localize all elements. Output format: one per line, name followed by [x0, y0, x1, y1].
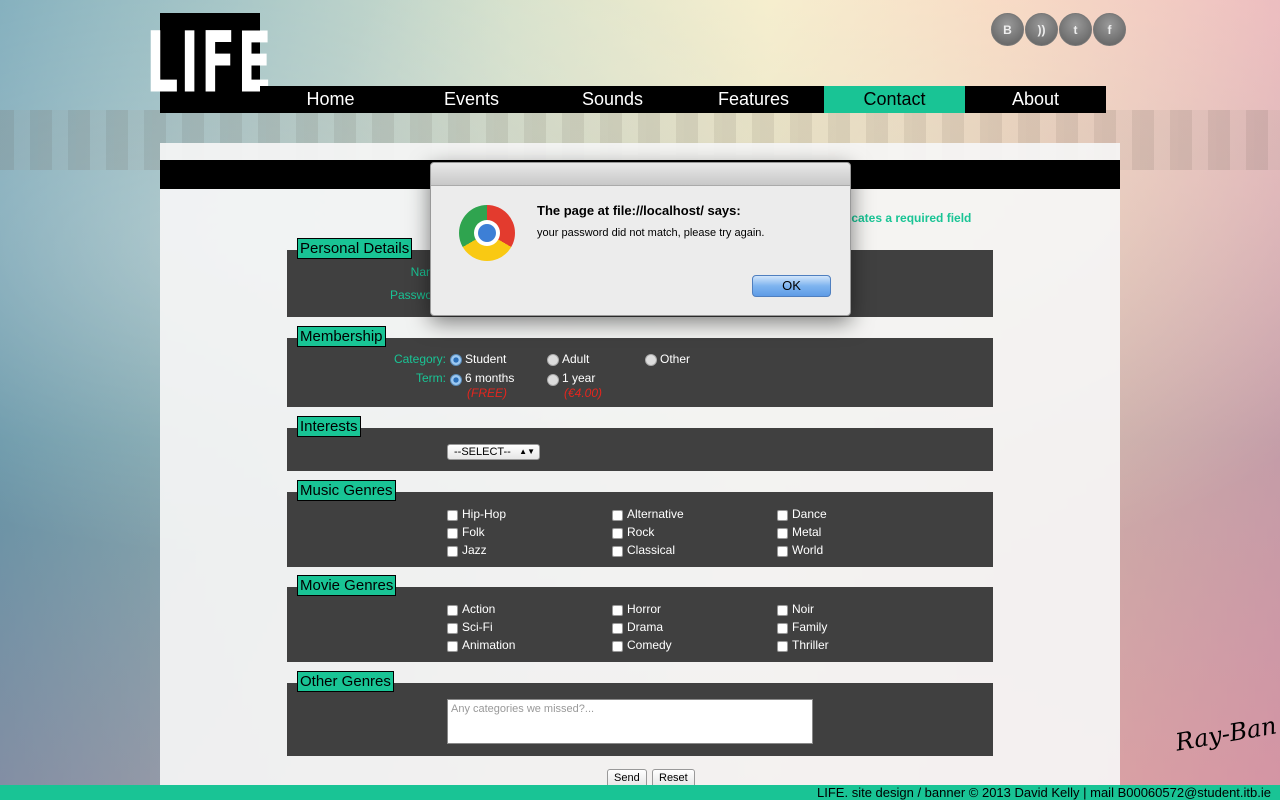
- nav-home[interactable]: Home: [260, 86, 401, 113]
- fieldset-interests: Interests: [287, 416, 993, 471]
- movie-checkbox[interactable]: [447, 605, 458, 616]
- alert-dialog: The page at file://localhost/ says: your…: [430, 162, 851, 316]
- category-student-radio[interactable]: [450, 354, 462, 366]
- music-option-label: Hip-Hop: [462, 507, 507, 521]
- movie-option-label: Action: [462, 602, 496, 616]
- category-label: Category:: [393, 352, 446, 366]
- twitter-icon[interactable]: t: [1059, 13, 1092, 46]
- nav-events[interactable]: Events: [401, 86, 542, 113]
- music-checkbox[interactable]: [447, 528, 458, 539]
- movie-option-label: Animation: [462, 638, 516, 652]
- music-checkbox[interactable]: [612, 546, 623, 557]
- music-checkbox[interactable]: [777, 546, 788, 557]
- movie-checkbox[interactable]: [777, 623, 788, 634]
- legend-music: Music Genres: [297, 480, 396, 501]
- legend-membership: Membership: [297, 326, 386, 347]
- music-option-label: Jazz: [462, 543, 487, 557]
- music-option-label: Classical: [627, 543, 676, 557]
- site-logo[interactable]: LIFE: [146, 13, 272, 113]
- music-option-label: World: [792, 543, 824, 557]
- legend-movie: Movie Genres: [297, 575, 397, 596]
- movie-checkbox[interactable]: [447, 623, 458, 634]
- main-nav: Home Events Sounds Features Contact Abou…: [260, 86, 1106, 113]
- footer: LIFE. site design / banner © 2013 David …: [0, 785, 1280, 800]
- music-checkbox[interactable]: [612, 510, 623, 521]
- movie-option-label: Thriller: [792, 638, 829, 652]
- movie-checkbox[interactable]: [612, 605, 623, 616]
- legend-interests: Interests: [297, 416, 361, 437]
- movie-option-label: Comedy: [627, 638, 672, 652]
- dialog-titlebar[interactable]: [431, 163, 850, 186]
- music-checkbox[interactable]: [447, 510, 458, 521]
- movie-checkbox[interactable]: [612, 623, 623, 634]
- ok-button[interactable]: OK: [752, 275, 831, 297]
- legend-personal: Personal Details: [297, 238, 413, 259]
- required-note: indicates a required field: [830, 211, 972, 225]
- music-checkbox[interactable]: [777, 510, 788, 521]
- music-option-label: Metal: [792, 525, 822, 539]
- chrome-icon: [459, 205, 515, 261]
- term-label: Term:: [416, 371, 446, 385]
- movie-checkbox[interactable]: [612, 641, 623, 652]
- dialog-message: your password did not match, please try …: [537, 227, 765, 239]
- nav-features[interactable]: Features: [683, 86, 824, 113]
- other-genres-textarea[interactable]: Any categories we missed?...: [447, 699, 813, 744]
- music-option-label: Folk: [462, 525, 485, 539]
- legend-other: Other Genres: [297, 671, 394, 692]
- movie-option-label: Noir: [792, 602, 815, 616]
- music-option-label: Alternative: [627, 507, 684, 521]
- music-checkbox[interactable]: [777, 528, 788, 539]
- term-6months-radio[interactable]: [450, 374, 462, 386]
- term-6months-label: 6 months: [465, 371, 515, 385]
- blogger-icon[interactable]: B: [991, 13, 1024, 46]
- dialog-title: The page at file://localhost/ says:: [537, 203, 741, 218]
- price-1year: (€4.00): [564, 386, 603, 400]
- footer-text: LIFE. site design / banner © 2013 David …: [817, 785, 1271, 800]
- music-checkbox[interactable]: [612, 528, 623, 539]
- facebook-icon[interactable]: f: [1093, 13, 1126, 46]
- music-option-label: Rock: [627, 525, 655, 539]
- movie-checkbox[interactable]: [777, 641, 788, 652]
- interests-select[interactable]: --SELECT-- ▲▼: [447, 444, 540, 460]
- category-other-radio[interactable]: [645, 354, 657, 366]
- movie-checkbox[interactable]: [447, 641, 458, 652]
- nav-contact[interactable]: Contact: [824, 86, 965, 113]
- movie-option-label: Drama: [627, 620, 664, 634]
- movie-option-label: Sci-Fi: [462, 620, 493, 634]
- category-student-label: Student: [465, 352, 507, 366]
- movie-option-label: Horror: [627, 602, 662, 616]
- nav-sounds[interactable]: Sounds: [542, 86, 683, 113]
- term-1year-label: 1 year: [562, 371, 596, 385]
- music-option-label: Dance: [792, 507, 827, 521]
- nav-about[interactable]: About: [965, 86, 1106, 113]
- social-icons: B )) t f: [991, 13, 1126, 46]
- price-6months: (FREE): [467, 386, 507, 400]
- category-adult-radio[interactable]: [547, 354, 559, 366]
- music-checkbox[interactable]: [447, 546, 458, 557]
- category-other-label: Other: [660, 352, 691, 366]
- select-arrows-icon: ▲▼: [519, 447, 535, 456]
- movie-option-label: Family: [792, 620, 828, 634]
- term-1year-radio[interactable]: [547, 374, 559, 386]
- rss-icon[interactable]: )): [1025, 13, 1058, 46]
- category-adult-label: Adult: [562, 352, 590, 366]
- movie-checkbox[interactable]: [777, 605, 788, 616]
